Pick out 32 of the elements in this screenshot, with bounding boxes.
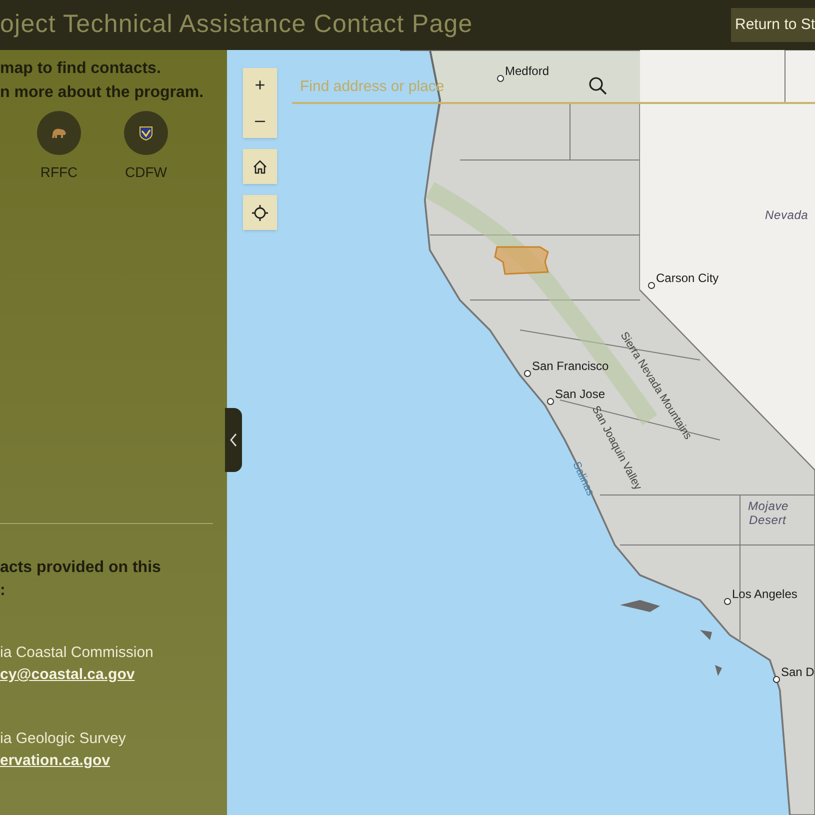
- agency-name: ia Geologic Survey: [0, 729, 127, 749]
- city-label: Los Angeles: [732, 587, 798, 601]
- region-label: Mojave: [748, 499, 788, 513]
- return-button[interactable]: Return to St: [731, 8, 815, 42]
- collapse-button[interactable]: [225, 408, 242, 472]
- city-label: Medford: [505, 64, 550, 78]
- intro-text: map to find contacts. n more about the program.: [0, 59, 205, 103]
- zoom-out-button[interactable]: –: [243, 103, 277, 138]
- region-label: Nevada: [765, 208, 808, 222]
- agency-label: CDFW: [125, 163, 167, 182]
- contacts-heading: acts provided on this :: [0, 558, 162, 601]
- page-title: oject Technical Assistance Contact Page: [0, 9, 473, 40]
- city-label: San D: [781, 665, 814, 679]
- locate-icon: [251, 204, 269, 222]
- home-icon: [252, 158, 268, 174]
- agency-name: ia Coastal Commission: [0, 643, 154, 663]
- email-link[interactable]: ervation.ca.gov: [0, 750, 110, 772]
- locate-button[interactable]: [243, 195, 277, 230]
- bear-icon: [51, 127, 67, 139]
- city-label: Carson City: [656, 271, 719, 285]
- chevron-left-icon: [230, 433, 238, 447]
- zoom-in-button[interactable]: +: [243, 68, 277, 103]
- city-label: San Jose: [555, 387, 606, 401]
- search-icon[interactable]: [588, 76, 608, 96]
- region-label: Desert: [749, 513, 786, 527]
- email-link[interactable]: cy@coastal.ca.gov: [0, 664, 135, 686]
- agency-button[interactable]: [37, 111, 81, 155]
- shield-icon: [139, 126, 153, 140]
- home-button[interactable]: [243, 149, 277, 184]
- agency-button[interactable]: [124, 111, 168, 155]
- agency-label: RFFC: [40, 163, 78, 182]
- city-label: San Francisco: [532, 359, 609, 373]
